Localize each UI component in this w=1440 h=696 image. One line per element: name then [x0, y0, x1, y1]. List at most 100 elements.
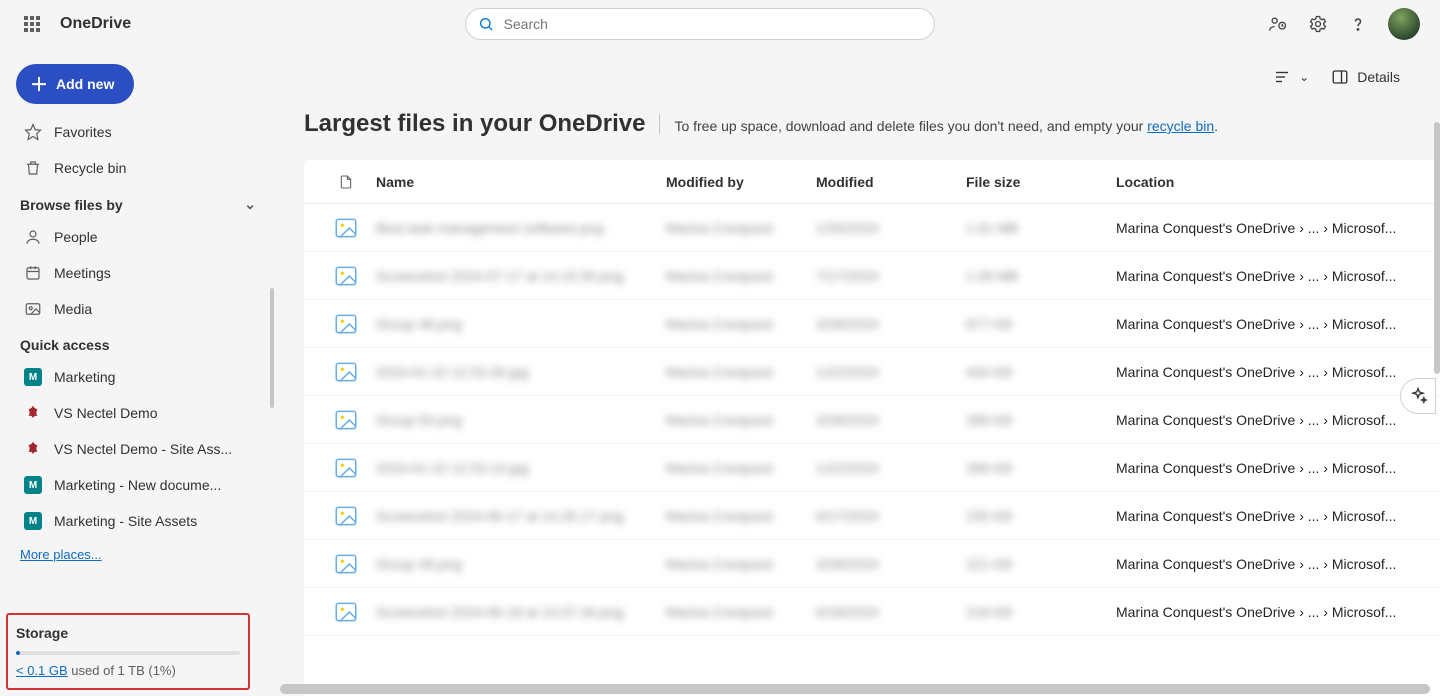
quick-label: VS Nectel Demo — [54, 405, 157, 421]
file-type-header-icon[interactable] — [316, 172, 376, 192]
cell-modified: 1/22/2024 — [816, 364, 966, 380]
site-badge: M — [24, 476, 42, 494]
cell-name: Group 46.png — [376, 316, 666, 332]
table-row[interactable]: Group 49.png Marina Conquest 3/28/2024 2… — [304, 540, 1440, 588]
app-launcher-icon[interactable] — [12, 16, 52, 32]
view-switch[interactable]: ⌄ — [1273, 68, 1309, 86]
quick-item[interactable]: MMarketing - Site Assets — [16, 503, 264, 539]
nav-recycle-bin[interactable]: Recycle bin — [16, 150, 264, 186]
more-places-link[interactable]: More places... — [20, 547, 102, 562]
calendar-icon — [24, 264, 42, 282]
cell-location: Marina Conquest's OneDrive › ... › Micro… — [1116, 268, 1428, 284]
cell-modified-by: Marina Conquest — [666, 220, 816, 236]
cell-name: Screenshot 2024-06-17 at 14.26.17.png — [376, 508, 666, 524]
image-file-icon — [316, 503, 376, 529]
help-icon[interactable] — [1348, 14, 1368, 34]
col-name[interactable]: Name — [376, 174, 666, 190]
cell-size: 434 KB — [966, 364, 1116, 380]
page-subtitle: To free up space, download and delete fi… — [674, 118, 1218, 134]
avatar[interactable] — [1388, 8, 1420, 40]
col-size[interactable]: File size — [966, 174, 1116, 190]
app-title: OneDrive — [60, 15, 131, 33]
gear-icon[interactable] — [1308, 14, 1328, 34]
nav-label: Meetings — [54, 265, 111, 281]
table-row[interactable]: Screenshot 2024-06-17 at 14.26.17.png Ma… — [304, 492, 1440, 540]
copilot-fab[interactable] — [1400, 378, 1436, 414]
search-box[interactable] — [465, 8, 935, 40]
people-sync-icon[interactable] — [1268, 14, 1288, 34]
details-button[interactable]: Details — [1331, 68, 1400, 86]
cell-modified-by: Marina Conquest — [666, 412, 816, 428]
site-badge-icon — [24, 440, 42, 458]
chevron-down-icon: ⌄ — [244, 196, 256, 213]
cell-location: Marina Conquest's OneDrive › ... › Micro… — [1116, 364, 1428, 380]
table-row[interactable]: 2024-01-22 12.53.30.jpg Marina Conquest … — [304, 348, 1440, 396]
table-row[interactable]: Group 50.png Marina Conquest 3/28/2024 2… — [304, 396, 1440, 444]
title-divider — [659, 114, 660, 134]
cell-location: Marina Conquest's OneDrive › ... › Micro… — [1116, 316, 1428, 332]
cell-location: Marina Conquest's OneDrive › ... › Micro… — [1116, 508, 1428, 524]
sidebar-scrollbar[interactable] — [270, 288, 274, 596]
cell-location: Marina Conquest's OneDrive › ... › Micro… — [1116, 460, 1428, 476]
main-scrollbar-v[interactable] — [1434, 122, 1440, 682]
nav-favorites[interactable]: Favorites — [16, 114, 264, 150]
quick-item[interactable]: VS Nectel Demo - Site Ass... — [16, 431, 264, 467]
table-row[interactable]: Screenshot 2024-06-18 at 10.07.34.png Ma… — [304, 588, 1440, 636]
quick-label: Marketing — [54, 369, 115, 385]
cell-size: 235 KB — [966, 508, 1116, 524]
star-icon — [24, 123, 42, 141]
image-file-icon — [316, 215, 376, 241]
browse-meetings[interactable]: Meetings — [16, 255, 264, 291]
main-scrollbar-h[interactable] — [280, 684, 1430, 694]
cell-name: Screenshot 2024-07-17 at 14.15.50.png — [376, 268, 666, 284]
cell-size: 677 KB — [966, 316, 1116, 332]
add-new-label: Add new — [56, 76, 114, 92]
cell-name: 2024-01-22 12.53.10.jpg — [376, 460, 666, 476]
table-row[interactable]: Group 46.png Marina Conquest 3/28/2024 6… — [304, 300, 1440, 348]
image-file-icon — [316, 599, 376, 625]
cell-size: 1.09 MB — [966, 268, 1116, 284]
storage-used-link[interactable]: < 0.1 GB — [16, 663, 68, 678]
cell-modified: 1/22/2024 — [816, 460, 966, 476]
quick-item[interactable]: M Marketing — [16, 359, 264, 395]
table-row[interactable]: Screenshot 2024-07-17 at 14.15.50.png Ma… — [304, 252, 1440, 300]
table-row[interactable]: Best task management software.png Marina… — [304, 204, 1440, 252]
trash-icon — [24, 159, 42, 177]
recycle-bin-link[interactable]: recycle bin — [1147, 118, 1214, 134]
app-header: OneDrive — [0, 0, 1440, 48]
cell-location: Marina Conquest's OneDrive › ... › Micro… — [1116, 412, 1428, 428]
cell-name: Screenshot 2024-06-18 at 10.07.34.png — [376, 604, 666, 620]
image-file-icon — [316, 311, 376, 337]
browse-people[interactable]: People — [16, 219, 264, 255]
storage-title: Storage — [16, 625, 240, 641]
cell-location: Marina Conquest's OneDrive › ... › Micro… — [1116, 220, 1428, 236]
cell-name: Group 50.png — [376, 412, 666, 428]
cell-location: Marina Conquest's OneDrive › ... › Micro… — [1116, 556, 1428, 572]
search-input[interactable] — [504, 16, 922, 32]
cell-modified: 3/28/2024 — [816, 556, 966, 572]
image-file-icon — [316, 455, 376, 481]
quick-item[interactable]: VS Nectel Demo — [16, 395, 264, 431]
cell-modified: 7/17/2024 — [816, 268, 966, 284]
sidebar: ＋ Add new Favorites Recycle bin Browse f… — [0, 48, 280, 696]
site-badge: M — [24, 368, 42, 386]
main-content: ⌄ Details Largest files in your OneDrive… — [280, 48, 1440, 696]
col-location[interactable]: Location — [1116, 174, 1428, 190]
browse-header[interactable]: Browse files by ⌄ — [16, 186, 264, 219]
table-row[interactable]: 2024-01-22 12.53.10.jpg Marina Conquest … — [304, 444, 1440, 492]
quick-item[interactable]: MMarketing - New docume... — [16, 467, 264, 503]
file-grid: Name Modified by Modified File size Loca… — [304, 160, 1440, 696]
cell-modified-by: Marina Conquest — [666, 316, 816, 332]
grid-header: Name Modified by Modified File size Loca… — [304, 160, 1440, 204]
storage-bar — [16, 651, 240, 655]
browse-media[interactable]: Media — [16, 291, 264, 327]
image-file-icon — [316, 359, 376, 385]
cell-modified: 6/17/2024 — [816, 508, 966, 524]
cell-modified: 3/28/2024 — [816, 316, 966, 332]
cell-name: 2024-01-22 12.53.30.jpg — [376, 364, 666, 380]
col-modified[interactable]: Modified — [816, 174, 966, 190]
add-new-button[interactable]: ＋ Add new — [16, 64, 134, 104]
cell-modified: 1/25/2024 — [816, 220, 966, 236]
col-modified-by[interactable]: Modified by — [666, 174, 816, 190]
cell-modified-by: Marina Conquest — [666, 604, 816, 620]
